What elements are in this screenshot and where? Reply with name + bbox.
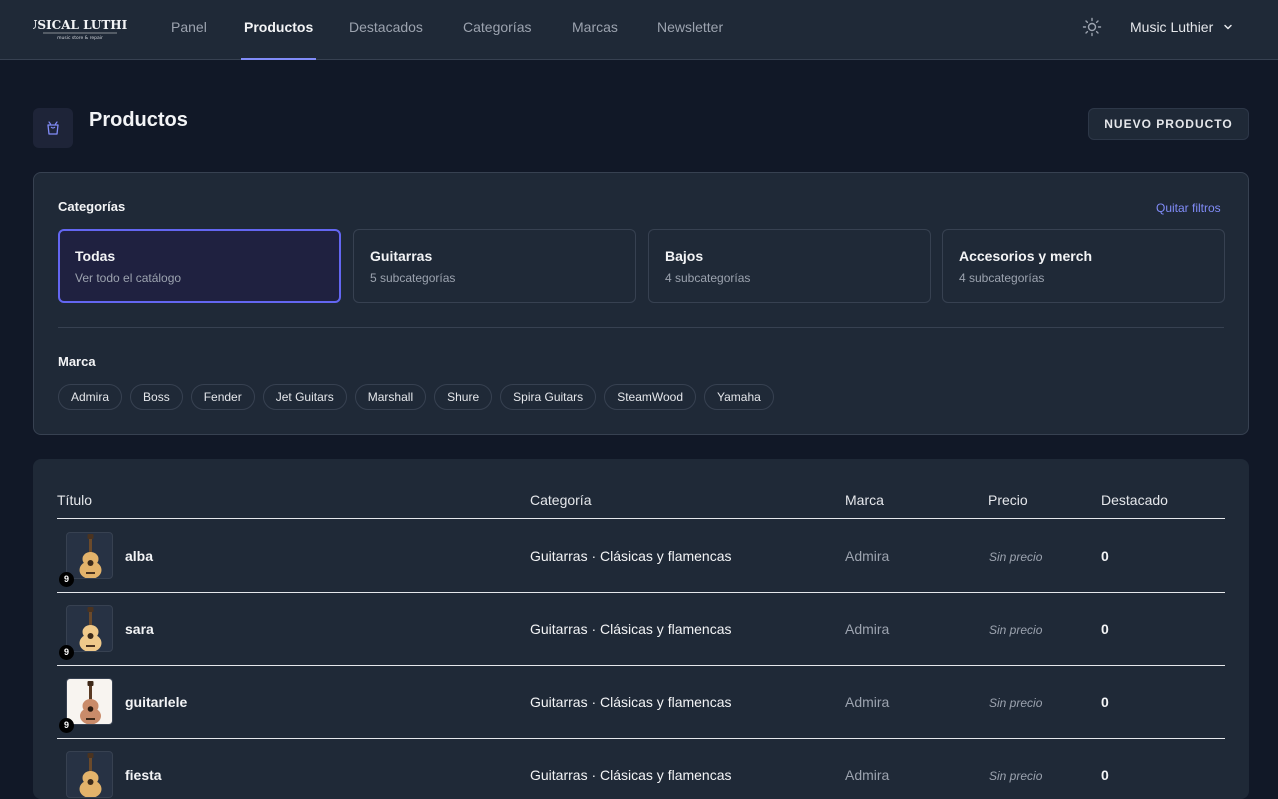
user-name: Music Luthier [1130, 19, 1214, 35]
brand-pill-marshall[interactable]: Marshall [354, 384, 427, 410]
category-sub: 5 subcategorías [370, 271, 456, 285]
product-price: Sin precio [989, 769, 1043, 783]
product-thumbnail[interactable] [66, 678, 113, 725]
page-title: Productos [89, 109, 188, 131]
category-name: Bajos [665, 248, 704, 264]
nav-panel[interactable]: Panel [171, 0, 207, 60]
product-brand: Admira [845, 548, 890, 564]
column-header-price[interactable]: Precio [988, 492, 1028, 508]
product-title[interactable]: fiesta [125, 767, 162, 783]
new-product-button[interactable]: NUEVO PRODUCTO [1088, 108, 1249, 140]
column-header-category[interactable]: Categoría [530, 492, 591, 508]
category-name: Todas [75, 248, 116, 264]
column-header-brand[interactable]: Marca [845, 492, 884, 508]
header-divider [57, 518, 1225, 519]
guitar-image [79, 607, 102, 651]
brand-pill-steamwood[interactable]: SteamWood [604, 384, 696, 410]
nav-newsletter[interactable]: Newsletter [657, 0, 723, 60]
shopping-bag-icon [47, 121, 59, 135]
table-row[interactable]: fiesta Guitarras · Clásicas y flamencas … [57, 739, 1225, 799]
product-title[interactable]: sara [125, 621, 154, 637]
filters-divider [58, 327, 1224, 328]
brand-pill-yamaha[interactable]: Yamaha [704, 384, 774, 410]
product-brand: Admira [845, 767, 890, 783]
brand-pill-boss[interactable]: Boss [130, 384, 183, 410]
product-category: Guitarras · Clásicas y flamencas [530, 548, 732, 564]
guitar-image [79, 534, 102, 578]
brand-pill-shure[interactable]: Shure [434, 384, 493, 410]
table-row[interactable]: 9 alba Guitarras · Clásicas y flamencas … [57, 520, 1225, 593]
product-brand: Admira [845, 621, 890, 637]
brand-pill-spira-guitars[interactable]: Spira Guitars [500, 384, 597, 410]
chevron-down-icon [1224, 25, 1232, 30]
product-price: Sin precio [989, 550, 1043, 564]
product-category: Guitarras · Clásicas y flamencas [530, 621, 732, 637]
category-sub: 4 subcategorías [959, 271, 1045, 285]
guitar-image [79, 753, 102, 797]
column-header-title[interactable]: Título [57, 492, 92, 508]
category-sub: Ver todo el catálogo [75, 271, 182, 285]
product-featured: 0 [1101, 694, 1109, 710]
table-row[interactable]: 9 guitarlele Guitarras · Clásicas y flam… [57, 666, 1225, 739]
logo-subtext: music store & repair [57, 35, 103, 41]
theme-toggle-sun-icon[interactable] [1082, 17, 1102, 37]
categories-label: Categorías [58, 199, 126, 214]
product-thumbnail[interactable] [66, 532, 113, 579]
top-navbar: MUSICAL LUTHIER music store & repair Pan… [0, 0, 1278, 60]
category-card-todas[interactable]: Todas Ver todo el catálogo [58, 229, 341, 303]
filters-panel: Categorías Quitar filtros Todas Ver todo… [33, 172, 1249, 435]
brand-pill-jet-guitars[interactable]: Jet Guitars [262, 384, 347, 410]
table-row[interactable]: 9 sara Guitarras · Clásicas y flamencas … [57, 593, 1225, 666]
product-price: Sin precio [989, 696, 1043, 710]
nav-marcas[interactable]: Marcas [572, 0, 618, 60]
category-name: Guitarras [370, 248, 433, 264]
musical-luthier-logo[interactable]: MUSICAL LUTHIER music store & repair [33, 13, 127, 43]
product-brand: Admira [845, 694, 890, 710]
image-count-badge: 9 [59, 645, 74, 660]
category-card-bajos[interactable]: Bajos 4 subcategorías [648, 229, 931, 303]
nav-destacados[interactable]: Destacados [349, 0, 423, 60]
image-count-badge: 9 [59, 718, 74, 733]
product-title[interactable]: alba [125, 548, 153, 564]
nav-productos[interactable]: Productos [240, 0, 317, 60]
product-price: Sin precio [989, 623, 1043, 637]
product-category: Guitarras · Clásicas y flamencas [530, 767, 732, 783]
products-page-icon [33, 108, 73, 148]
product-title[interactable]: guitarlele [125, 694, 187, 710]
product-category: Guitarras · Clásicas y flamencas [530, 694, 732, 710]
category-card-guitarras[interactable]: Guitarras 5 subcategorías [353, 229, 636, 303]
brand-label: Marca [58, 354, 96, 369]
column-header-featured[interactable]: Destacado [1101, 492, 1168, 508]
product-thumbnail[interactable] [66, 751, 113, 798]
product-thumbnail[interactable] [66, 605, 113, 652]
brand-pills: Admira Boss Fender Jet Guitars Marshall … [58, 384, 774, 410]
user-menu[interactable]: Music Luthier [1130, 0, 1233, 54]
products-table: Título Categoría Marca Precio Destacado … [33, 459, 1249, 799]
nav-categorias[interactable]: Categorías [463, 0, 531, 60]
brand-pill-admira[interactable]: Admira [58, 384, 123, 410]
image-count-badge: 9 [59, 572, 74, 587]
product-featured: 0 [1101, 767, 1109, 783]
product-featured: 0 [1101, 548, 1109, 564]
category-card-accesorios[interactable]: Accesorios y merch 4 subcategorías [942, 229, 1225, 303]
clear-filters-link[interactable]: Quitar filtros [1156, 201, 1221, 215]
guitarlele-image [80, 681, 101, 724]
product-featured: 0 [1101, 621, 1109, 637]
category-sub: 4 subcategorías [665, 271, 751, 285]
category-name: Accesorios y merch [959, 248, 1093, 264]
brand-pill-fender[interactable]: Fender [190, 384, 255, 410]
logo-text: MUSICAL LUTHIER [33, 18, 127, 32]
